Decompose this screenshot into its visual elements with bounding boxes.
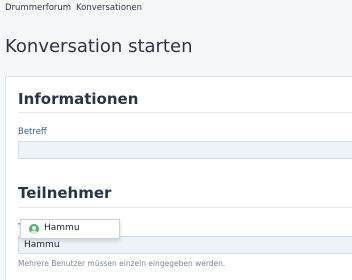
teilnehmer-hint: Mehrere Benutzer müssen einzeln eingegeb…	[18, 259, 226, 268]
teilnehmer-value: Hammu	[24, 240, 60, 250]
autocomplete-dropdown: Hammu	[20, 219, 120, 239]
section-heading-teilnehmer: Teilnehmer	[18, 184, 112, 202]
conversation-form: Informationen Betreff Teilnehmer T Hammu…	[5, 76, 352, 280]
autocomplete-item-name: Hammu	[44, 223, 80, 233]
section-heading-informationen: Informationen	[18, 90, 139, 108]
breadcrumb-separator: /	[66, 3, 69, 13]
breadcrumb-link-konversationen[interactable]: Konversationen	[76, 3, 142, 13]
betreff-label: Betreff	[18, 127, 47, 137]
breadcrumb: Drummerforum / Konversationen	[0, 0, 352, 16]
autocomplete-item[interactable]: Hammu	[21, 220, 119, 238]
user-avatar-icon	[29, 224, 39, 234]
betreff-input[interactable]	[18, 141, 352, 159]
section-divider	[18, 207, 352, 208]
breadcrumb-link-drummerforum[interactable]: Drummerforum	[5, 3, 71, 13]
page-title: Konversation starten	[5, 36, 193, 57]
section-divider	[18, 112, 352, 113]
